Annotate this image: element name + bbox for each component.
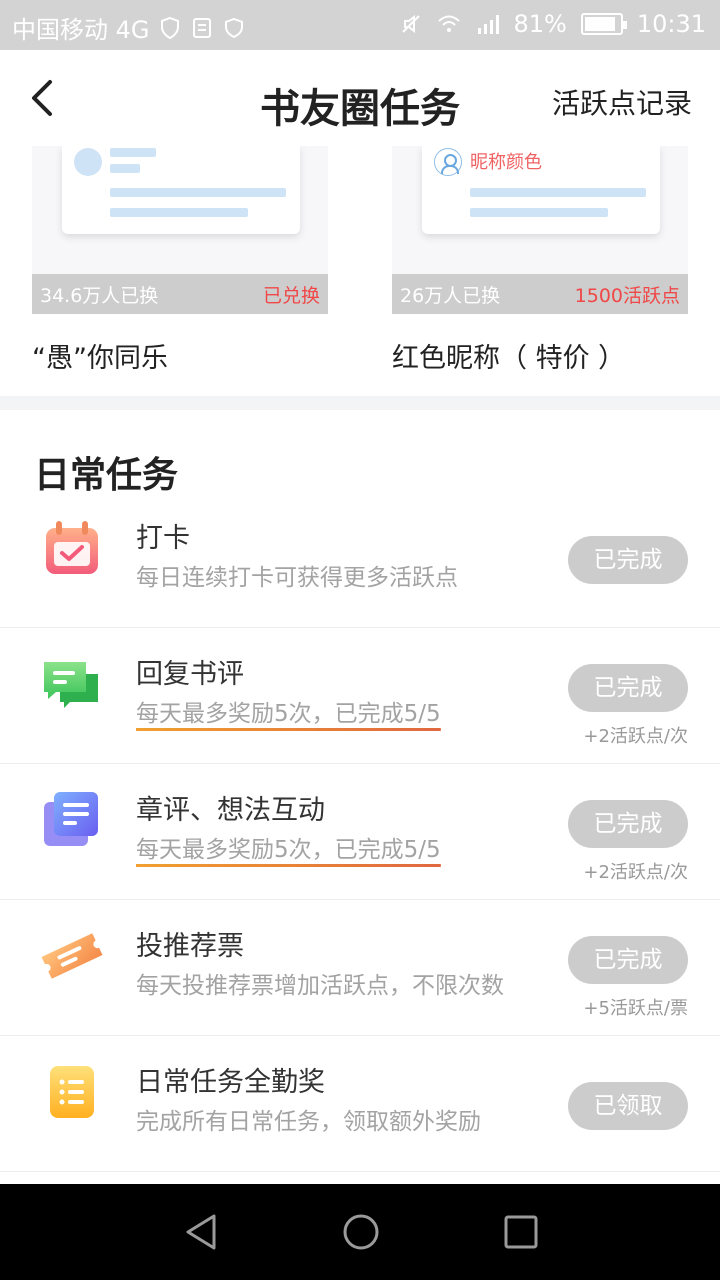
reward-card[interactable]: 34.6万人已换 已兑换 “愚”你同乐	[32, 146, 328, 375]
redeem-count: 34.6万人已换	[40, 284, 159, 307]
note-icon	[44, 792, 98, 846]
clock: 10:31	[636, 10, 706, 38]
reward-status-bar: 26万人已换 1500活跃点	[392, 274, 688, 314]
ticket-icon	[41, 933, 103, 979]
task-row: 投推荐票 每天投推荐票增加活跃点，不限次数 已完成 +5活跃点/票	[0, 900, 720, 1036]
list-icon	[50, 1066, 94, 1118]
battery-percent: 81%	[513, 10, 567, 38]
task-row: 日常任务全勤奖 完成所有日常任务，领取额外奖励 已领取	[0, 1036, 720, 1172]
reward-preview: 34.6万人已换 已兑换	[32, 146, 328, 314]
task-desc: 每天投推荐票增加活跃点，不限次数	[136, 973, 504, 999]
reward-preview: 昵称颜色 26万人已换 1500活跃点	[392, 146, 688, 314]
task-name: 章评、想法互动	[136, 795, 325, 826]
wifi-icon	[438, 15, 461, 32]
task-complete-button[interactable]: 已完成	[568, 664, 688, 712]
nickname-color-label: 昵称颜色	[470, 152, 542, 173]
avatar-placeholder	[74, 148, 102, 176]
chat-icon	[44, 662, 98, 708]
task-row: 回复书评 每天最多奖励5次，已完成5/5 已完成 +2活跃点/次	[0, 628, 720, 764]
reward-cards: 34.6万人已换 已兑换 “愚”你同乐 昵称颜色 26万人已换 1500活跃点 …	[0, 146, 720, 396]
battery-icon	[580, 13, 627, 35]
task-reward: +2活跃点/次	[583, 862, 688, 883]
carrier-label: 中国移动 4G	[12, 16, 150, 44]
shield-icon	[160, 16, 179, 39]
mute-icon	[402, 14, 421, 34]
task-desc: 每天最多奖励5次，已完成5/5	[136, 694, 441, 731]
redeem-status: 已兑换	[262, 284, 320, 307]
security-icon	[224, 17, 243, 38]
task-desc: 完成所有日常任务，领取额外奖励	[136, 1109, 481, 1135]
activity-record-link[interactable]: 活跃点记录	[552, 82, 692, 122]
task-claimed-button[interactable]: 已领取	[568, 1082, 688, 1130]
system-nav-bar	[0, 1184, 720, 1280]
calendar-icon	[46, 521, 98, 574]
task-complete-button[interactable]: 已完成	[568, 800, 688, 848]
reward-card[interactable]: 昵称颜色 26万人已换 1500活跃点 红色昵称（ 特价 ）	[392, 146, 688, 375]
status-bar: 中国移动 4G 81% 10:31	[0, 0, 720, 50]
task-name: 投推荐票	[136, 931, 244, 962]
task-name: 打卡	[136, 523, 190, 554]
redeem-count: 26万人已换	[400, 284, 501, 307]
task-reward: +2活跃点/次	[583, 726, 688, 747]
app-header: 书友圈任务 活跃点记录	[0, 50, 720, 146]
preview-paper	[62, 146, 300, 234]
task-name: 回复书评	[136, 659, 244, 690]
back-triangle-icon[interactable]	[182, 1212, 222, 1252]
task-name: 日常任务全勤奖	[136, 1067, 325, 1098]
task-reward: +5活跃点/票	[583, 998, 688, 1019]
section-divider	[0, 396, 720, 410]
task-desc: 每天最多奖励5次，已完成5/5	[136, 830, 441, 867]
reward-name: “愚”你同乐	[32, 343, 168, 374]
section-title: 日常任务	[34, 454, 179, 496]
home-circle-icon[interactable]	[341, 1212, 381, 1252]
task-row: 章评、想法互动 每天最多奖励5次，已完成5/5 已完成 +2活跃点/次	[0, 764, 720, 900]
signal-icon	[478, 15, 500, 34]
redeem-cost: 1500活跃点	[574, 284, 680, 307]
task-desc: 每日连续打卡可获得更多活跃点	[136, 565, 458, 591]
sim-icon	[192, 17, 211, 38]
preview-paper: 昵称颜色	[422, 146, 660, 234]
user-icon	[434, 148, 462, 176]
recents-square-icon[interactable]	[501, 1212, 541, 1252]
task-complete-button[interactable]: 已完成	[568, 536, 688, 584]
task-complete-button[interactable]: 已完成	[568, 936, 688, 984]
reward-status-bar: 34.6万人已换 已兑换	[32, 274, 328, 314]
reward-name: 红色昵称（ 特价 ）	[392, 343, 626, 374]
task-row: 打卡 每日连续打卡可获得更多活跃点 已完成	[0, 492, 720, 628]
